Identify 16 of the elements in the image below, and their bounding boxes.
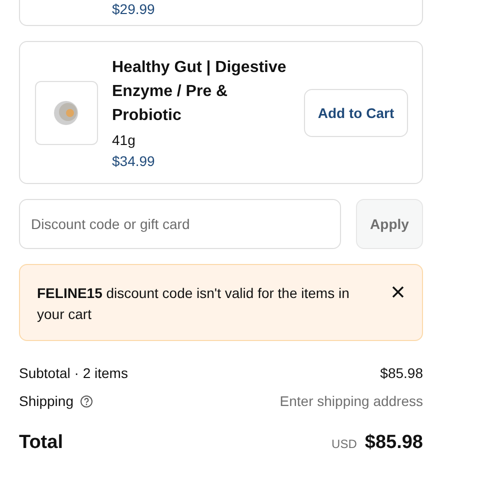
product-title: Healthy Gut | Digestive Enzyme / Pre & Probiotic: [112, 58, 288, 126]
discount-code-field[interactable]: Discount code or gift card: [19, 199, 341, 249]
shipping-value: Enter shipping address: [280, 393, 423, 409]
close-icon[interactable]: [392, 286, 404, 298]
product-price: $34.99: [112, 152, 156, 170]
subtotal-label: Subtotal · 2 items: [19, 365, 128, 381]
help-icon[interactable]: [80, 394, 92, 408]
product-variant: 41g: [112, 130, 136, 150]
alert-message: FELINE15 discount code isn't valid for the items in your cart: [37, 284, 350, 324]
shipping-label: Shipping: [19, 393, 74, 409]
subtotal-value: $85.98: [380, 365, 423, 381]
total-label: Total: [19, 432, 63, 454]
product-price: $29.99: [112, 0, 155, 18]
add-to-cart-button[interactable]: Add to Cart: [304, 88, 408, 136]
currency-code: USD: [332, 437, 357, 451]
total-value: $85.98: [364, 432, 423, 454]
